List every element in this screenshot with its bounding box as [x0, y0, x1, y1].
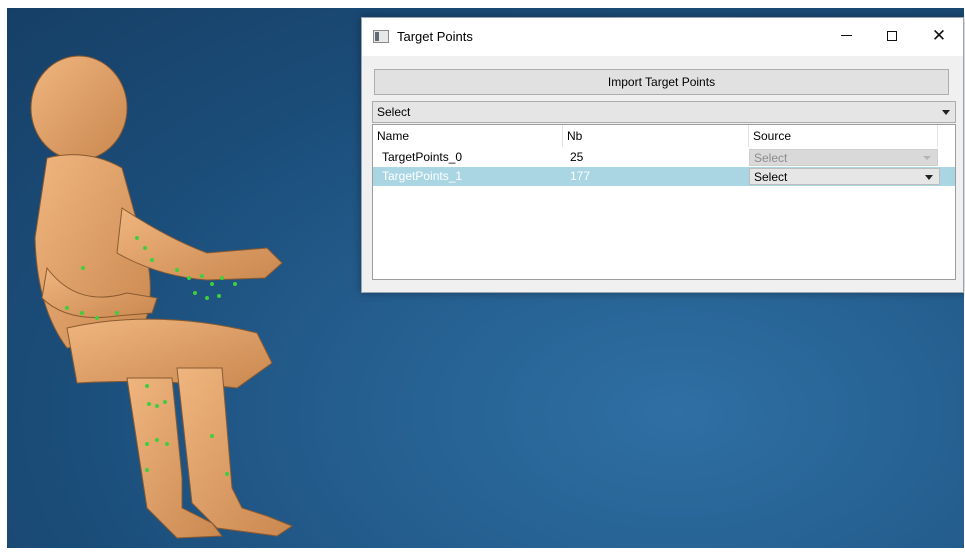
row-nb: 25: [570, 150, 584, 164]
target-points-table: Name Nb Source TargetPoints_0 25 Select …: [372, 124, 956, 280]
select-dropdown[interactable]: Select: [372, 101, 956, 123]
title-bar[interactable]: Target Points ✕: [362, 18, 963, 56]
row-name: TargetPoints_1: [382, 169, 463, 183]
window-app-icon: [373, 30, 389, 43]
target-points-window: Target Points ✕ Import Target Points Sel…: [361, 17, 964, 293]
model-leg-right: [176, 367, 294, 537]
column-header-name[interactable]: Name: [373, 125, 563, 147]
window-title: Target Points: [397, 29, 473, 44]
chevron-down-icon: [925, 175, 933, 180]
row-source-value: Select: [754, 170, 788, 184]
select-dropdown-value: Select: [377, 105, 411, 119]
row-source-value: Select: [754, 151, 788, 165]
row-nb: 177: [570, 169, 591, 183]
minimize-button[interactable]: [823, 18, 869, 56]
column-header-source[interactable]: Source: [749, 125, 938, 147]
close-button[interactable]: ✕: [916, 18, 962, 56]
row-name: TargetPoints_0: [382, 150, 463, 164]
maximize-icon: [887, 30, 897, 41]
table-header: Name Nb Source: [373, 125, 938, 147]
chevron-down-icon: [942, 110, 950, 115]
row-source-select: Select: [749, 149, 938, 166]
close-icon: ✕: [931, 26, 947, 45]
minimize-icon: [840, 35, 852, 37]
chevron-down-icon: [923, 156, 931, 160]
row-source-select[interactable]: Select: [749, 168, 940, 185]
table-row[interactable]: TargetPoints_0 25 Select: [373, 148, 955, 167]
table-row[interactable]: TargetPoints_1 177 Select: [373, 167, 955, 186]
column-header-nb[interactable]: Nb: [563, 125, 749, 147]
maximize-button[interactable]: [869, 18, 915, 56]
import-target-points-button[interactable]: Import Target Points: [374, 69, 949, 95]
model-head: [30, 55, 128, 161]
